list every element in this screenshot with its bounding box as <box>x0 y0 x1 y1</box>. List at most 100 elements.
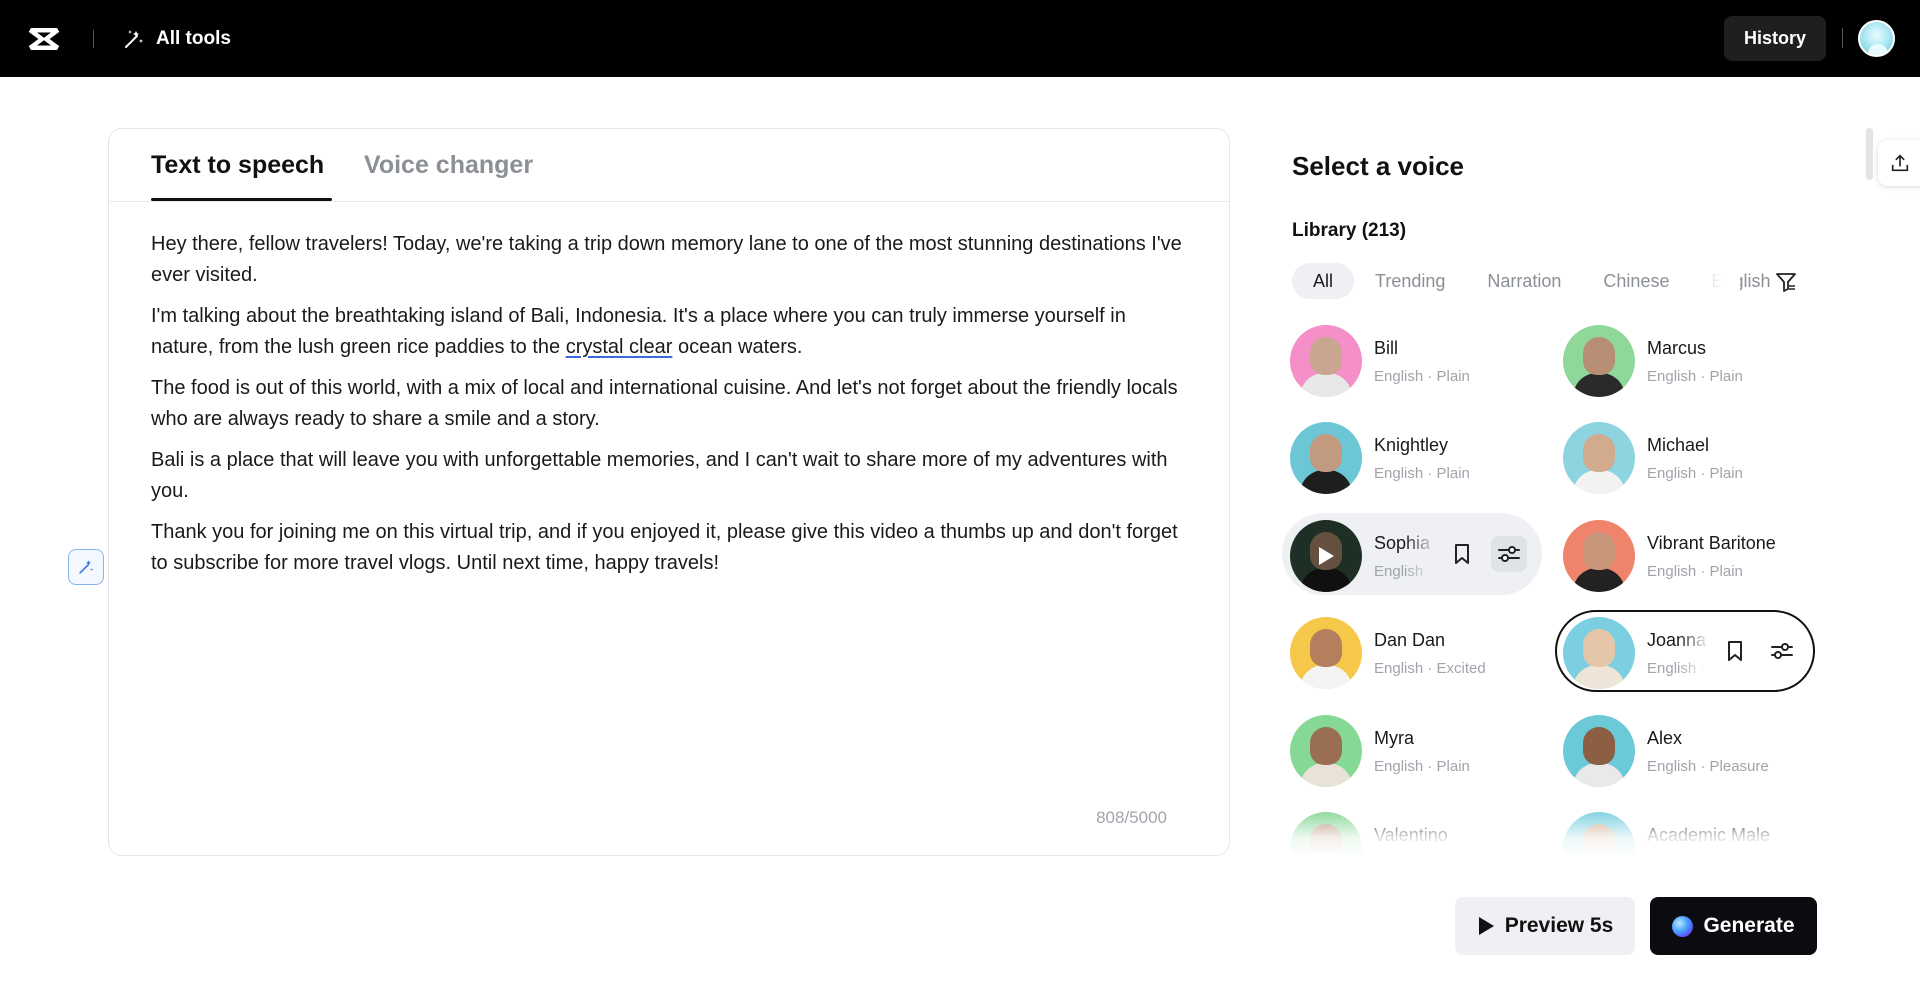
voice-name: Sophia <box>1374 533 1431 553</box>
voice-avatar <box>1563 520 1635 592</box>
voice-meta: English · Plain <box>1374 368 1470 385</box>
bookmark-icon[interactable] <box>1717 633 1753 669</box>
filter-trending[interactable]: Trending <box>1354 263 1466 299</box>
voice-meta: English · Plain <box>1374 758 1470 775</box>
voice-item-myra[interactable]: Myra English · Plain <box>1282 708 1542 790</box>
voice-meta: English · Plain <box>1374 465 1470 482</box>
history-button[interactable]: History <box>1724 16 1826 61</box>
avatar-head <box>1310 434 1342 472</box>
magic-wand-icon <box>125 30 143 48</box>
voice-item-marcus[interactable]: Marcus English · Plain <box>1555 318 1815 400</box>
avatar-shoulders <box>1573 373 1625 397</box>
voice-name: Alex <box>1647 728 1683 748</box>
avatar-head <box>1583 629 1615 667</box>
paragraph: Bali is a place that will leave you with… <box>151 449 1168 502</box>
voice-meta: English · Plain <box>1647 563 1743 580</box>
bookmark-icon[interactable] <box>1444 536 1480 572</box>
top-bar: All tools History <box>0 0 1920 77</box>
capcut-logo[interactable] <box>26 21 62 57</box>
voice-text-clip: Joanna English · Plain <box>1647 624 1709 684</box>
voice-item-alex[interactable]: Alex English · Pleasure <box>1555 708 1815 790</box>
voice-item-bill[interactable]: Bill English · Plain <box>1282 318 1542 400</box>
voice-name: Joanna <box>1647 630 1707 650</box>
voice-meta: English · Plain <box>1647 660 1709 677</box>
voice-meta: English · Plain <box>1647 368 1743 385</box>
avatar-head <box>1583 727 1615 765</box>
generate-button[interactable]: Generate <box>1650 897 1817 955</box>
scrollbar[interactable] <box>1866 128 1873 180</box>
voice-name: Knightley <box>1374 435 1449 455</box>
voice-avatar <box>1290 325 1362 397</box>
paragraph: The food is out of this world, with a mi… <box>151 377 1178 430</box>
upload-icon <box>1891 154 1909 172</box>
generate-label: Generate <box>1703 914 1795 937</box>
character-count: 808/5000 <box>1096 808 1167 827</box>
tab-bar: Text to speech Voice changer <box>109 129 1229 202</box>
voice-name: Michael <box>1647 435 1710 455</box>
adjust-sliders-icon[interactable] <box>1764 633 1800 669</box>
magic-wand-icon <box>79 560 94 574</box>
filter-all[interactable]: All <box>1292 263 1355 299</box>
voice-item-joanna[interactable]: Joanna English · Plain <box>1555 610 1815 692</box>
avatar-shoulders <box>1300 470 1352 494</box>
avatar-head <box>1310 727 1342 765</box>
paragraph: I'm talking about the breathtaking islan… <box>151 301 1191 363</box>
paragraph: Thank you for joining me on this virtual… <box>151 521 1178 574</box>
voice-avatar <box>1290 422 1362 494</box>
voice-name: Dan Dan <box>1374 630 1446 650</box>
voice-avatar <box>1563 715 1635 787</box>
filter-icon[interactable] <box>1774 270 1798 294</box>
adjust-sliders-icon[interactable] <box>1491 536 1527 572</box>
list-fade <box>1282 810 1882 856</box>
voice-avatar <box>1563 617 1635 689</box>
voice-name: Bill <box>1374 338 1399 358</box>
panel-title: Select a voice <box>1292 151 1464 181</box>
text-span: ocean waters. <box>672 336 803 358</box>
voice-item-sophia[interactable]: Sophia English · Plain <box>1282 513 1542 595</box>
avatar-shoulders <box>1573 763 1625 787</box>
filter-chinese[interactable]: Chinese <box>1582 263 1690 299</box>
tab-voice-changer[interactable]: Voice changer <box>364 151 533 180</box>
voice-avatar <box>1563 325 1635 397</box>
paragraph: Hey there, fellow travelers! Today, we'r… <box>151 233 1182 286</box>
avatar-shoulders <box>1300 373 1352 397</box>
feedback-tab[interactable] <box>1878 140 1920 186</box>
voice-item-michael[interactable]: Michael English · Plain <box>1555 415 1815 497</box>
user-avatar[interactable] <box>1858 20 1895 57</box>
divider <box>93 30 94 48</box>
divider <box>1842 28 1843 48</box>
avatar-shoulders <box>1300 665 1352 689</box>
avatar-shoulders <box>1300 763 1352 787</box>
avatar-head <box>1583 434 1615 472</box>
voice-avatar <box>1290 715 1362 787</box>
voice-name: Marcus <box>1647 338 1707 358</box>
library-title: Library (213) <box>1292 220 1407 241</box>
voice-text-clip: Sophia English · Plain <box>1374 527 1436 587</box>
voice-meta: English · Plain <box>1374 563 1436 580</box>
voice-avatar <box>1290 520 1362 592</box>
script-text-area[interactable]: Hey there, fellow travelers! Today, we'r… <box>151 229 1191 589</box>
all-tools-button[interactable]: All tools <box>122 24 231 54</box>
preview-button[interactable]: Preview 5s <box>1455 897 1635 955</box>
play-icon[interactable] <box>1290 520 1362 592</box>
underlined-phrase[interactable]: crystal clear <box>566 336 673 358</box>
voice-avatar <box>1563 422 1635 494</box>
avatar-shoulders <box>1573 665 1625 689</box>
filter-fade <box>1680 263 1740 299</box>
ai-rewrite-button[interactable] <box>68 549 104 585</box>
tab-text-to-speech[interactable]: Text to speech <box>151 151 324 180</box>
voice-item-dan-dan[interactable]: Dan Dan English · Excited <box>1282 610 1542 692</box>
voice-meta: English · Plain <box>1647 465 1743 482</box>
voice-name: Vibrant Baritone <box>1647 533 1776 553</box>
voice-item-knightley[interactable]: Knightley English · Plain <box>1282 415 1542 497</box>
voice-item-vibrant-baritone[interactable]: Vibrant Baritone English · Plain <box>1555 513 1815 595</box>
active-tab-indicator <box>151 198 332 201</box>
generate-orb-icon <box>1672 915 1694 937</box>
avatar-head <box>1583 337 1615 375</box>
voice-list: Bill English · Plain Marcus English · Plain… <box>1282 318 1882 854</box>
preview-label: Preview 5s <box>1504 914 1614 937</box>
avatar-shoulders <box>1573 470 1625 494</box>
filter-narration[interactable]: Narration <box>1466 263 1582 299</box>
avatar-shoulders <box>1573 568 1625 592</box>
avatar-head <box>1583 532 1615 570</box>
